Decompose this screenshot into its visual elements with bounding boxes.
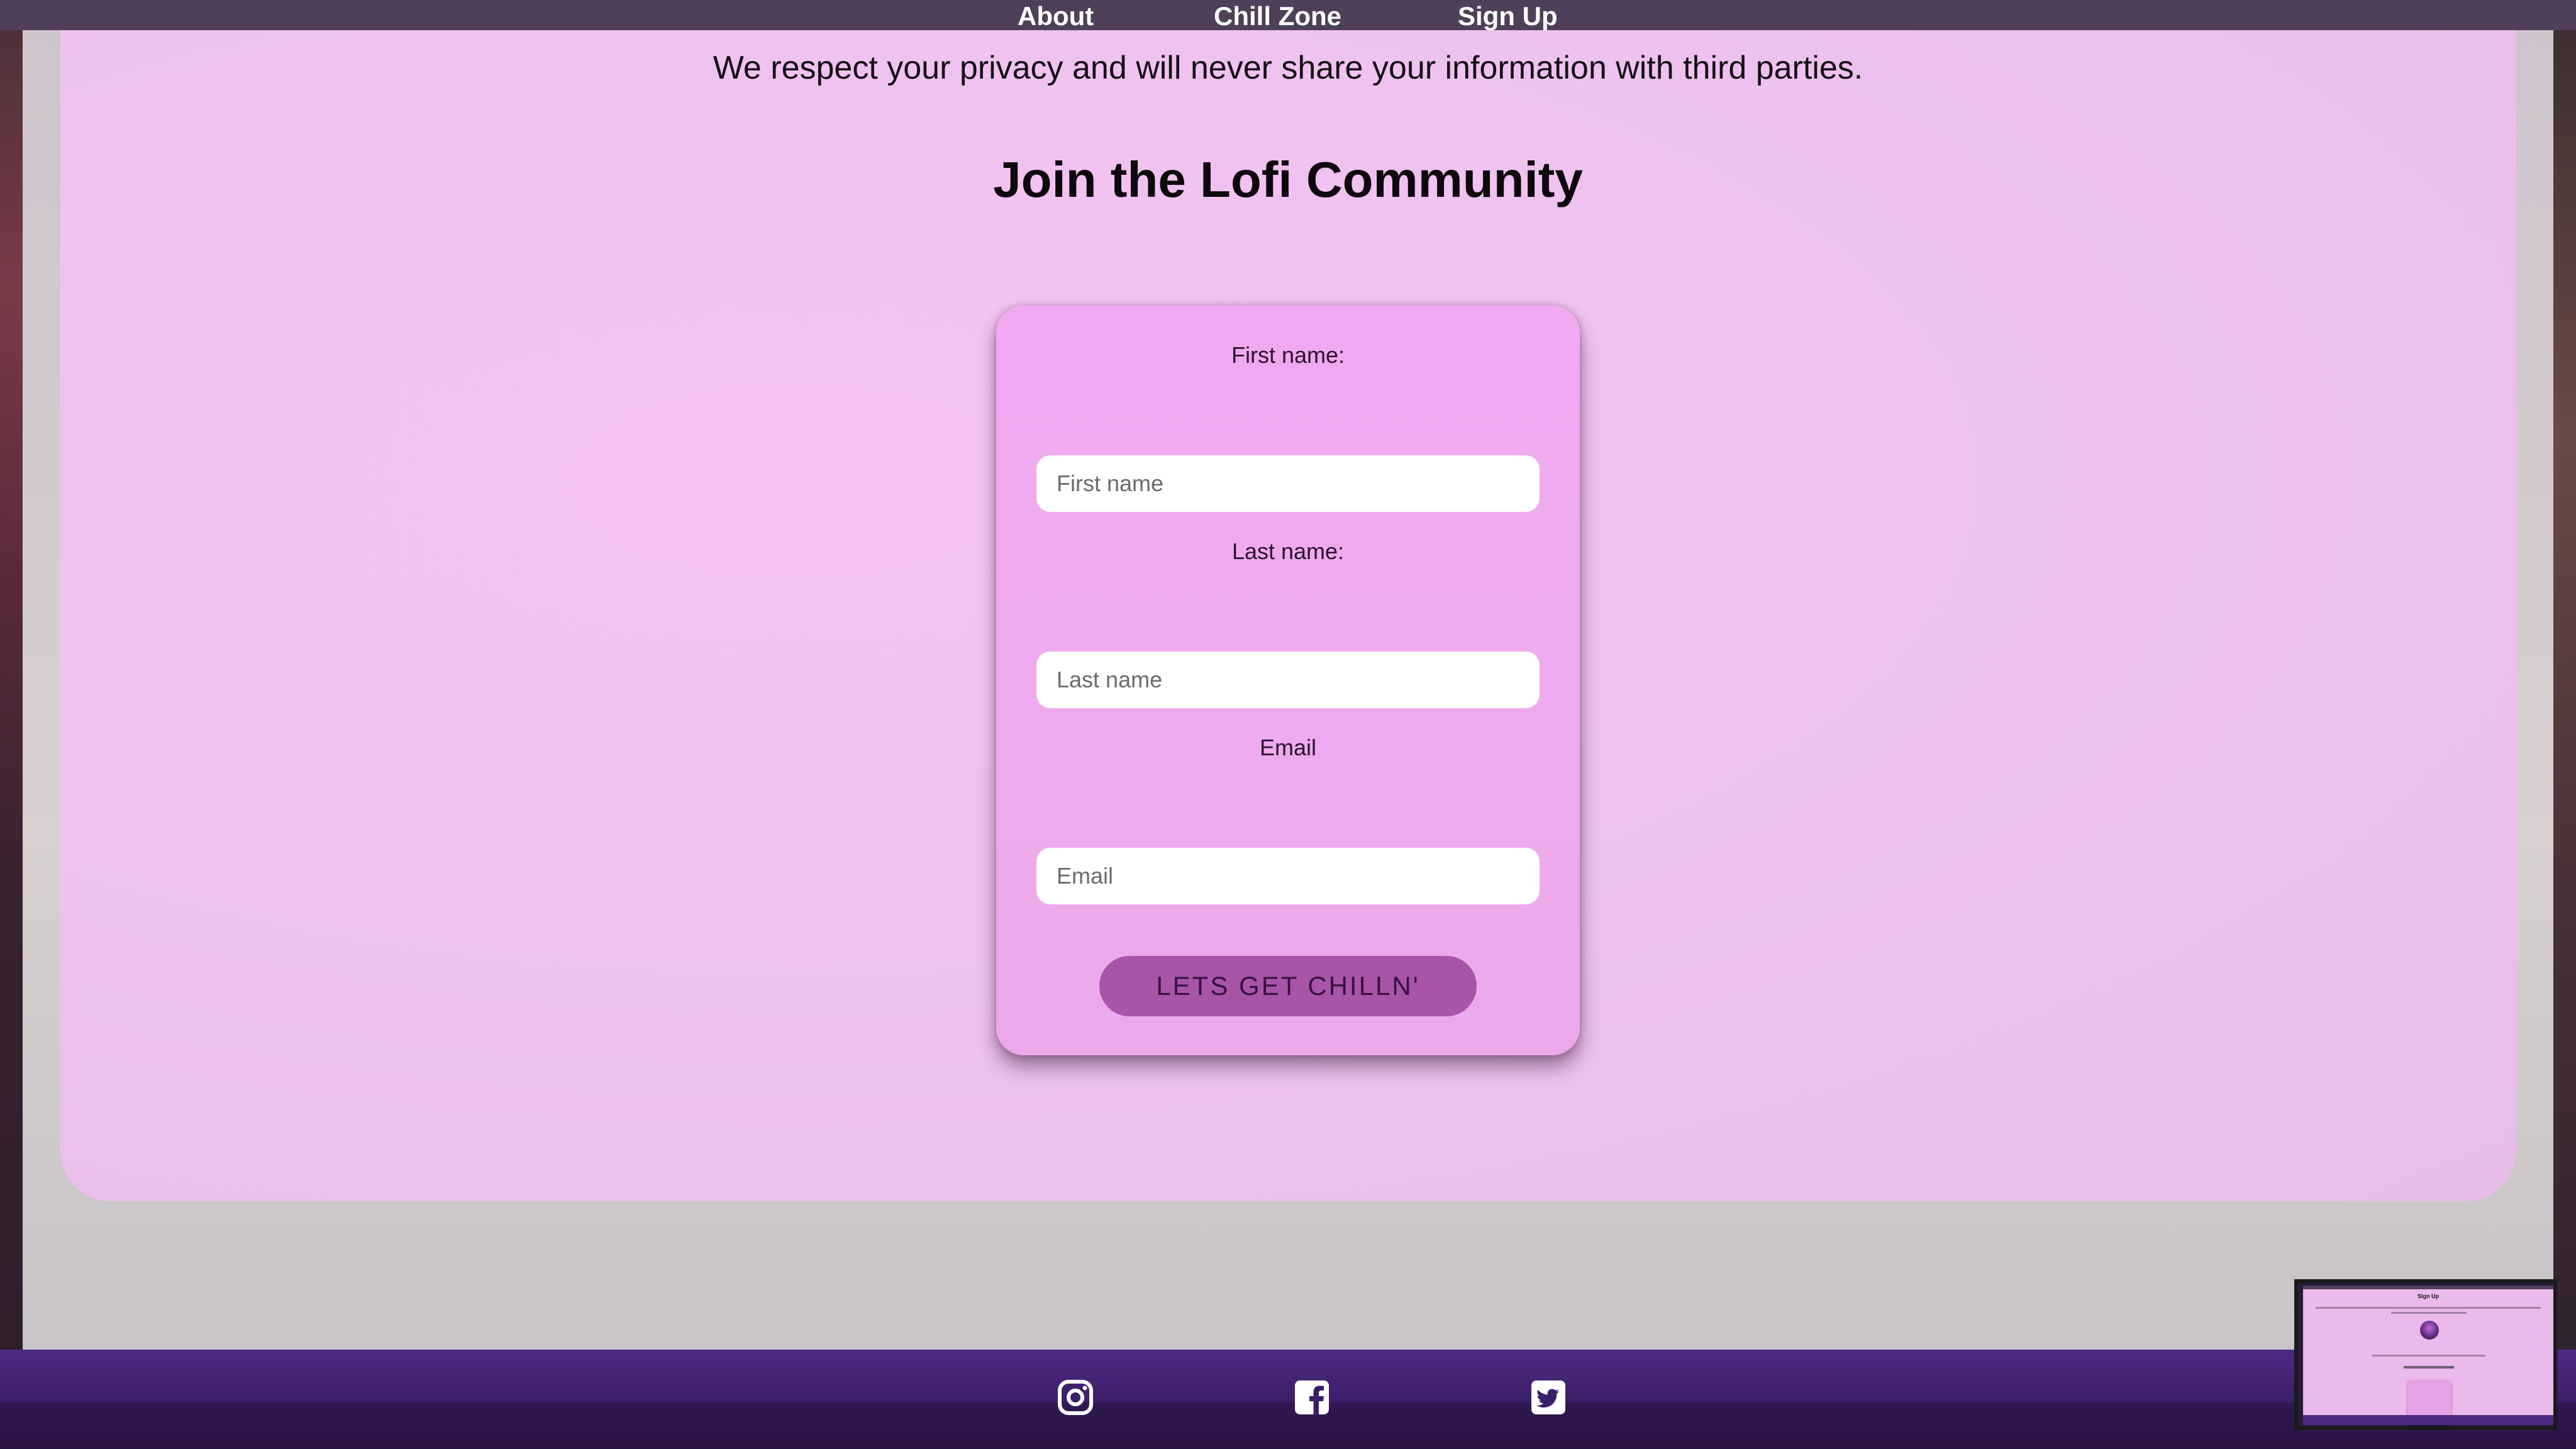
thumbnail-text-line: [2316, 1307, 2541, 1309]
first-name-label: First name:: [1231, 342, 1345, 368]
thumbnail-text-line: [2391, 1312, 2467, 1314]
thumbnail-heading-line: [2404, 1366, 2454, 1368]
submit-button[interactable]: LETS GET CHILLN': [1099, 956, 1477, 1016]
signup-form: First name: Last name: Email LETS GET CH…: [996, 306, 1580, 1055]
thumbnail-nav: [2303, 1285, 2553, 1289]
footer-band: [0, 1402, 2576, 1449]
thumbnail-avatar: [2420, 1321, 2439, 1340]
first-name-field[interactable]: [1036, 455, 1540, 512]
last-name-field[interactable]: [1036, 652, 1540, 708]
facebook-icon[interactable]: [1293, 1379, 1331, 1416]
top-nav: About Chill Zone Sign Up: [0, 0, 2576, 31]
page-title: Join the Lofi Community: [993, 152, 1583, 208]
email-field[interactable]: [1036, 848, 1540, 904]
screenshot-thumbnail[interactable]: Sign Up: [2294, 1279, 2557, 1430]
email-label: Email: [1259, 735, 1317, 760]
background-left: [0, 0, 23, 1449]
thumbnail-footer: [2303, 1415, 2553, 1425]
background-right: [2553, 0, 2576, 1449]
privacy-notice: We respect your privacy and will never s…: [713, 50, 1863, 86]
thumbnail-title: Sign Up: [2418, 1293, 2439, 1299]
nav-about-link[interactable]: About: [1018, 0, 1094, 31]
last-name-label: Last name:: [1231, 538, 1345, 564]
twitter-icon[interactable]: [1530, 1379, 1567, 1416]
footer: [0, 1350, 2576, 1449]
instagram-icon[interactable]: [1057, 1379, 1094, 1416]
thumbnail-text-line: [2372, 1355, 2485, 1357]
thumbnail-preview: Sign Up: [2303, 1285, 2553, 1425]
nav-sign-up-link[interactable]: Sign Up: [1458, 0, 1558, 31]
nav-chill-zone-link[interactable]: Chill Zone: [1214, 0, 1341, 31]
